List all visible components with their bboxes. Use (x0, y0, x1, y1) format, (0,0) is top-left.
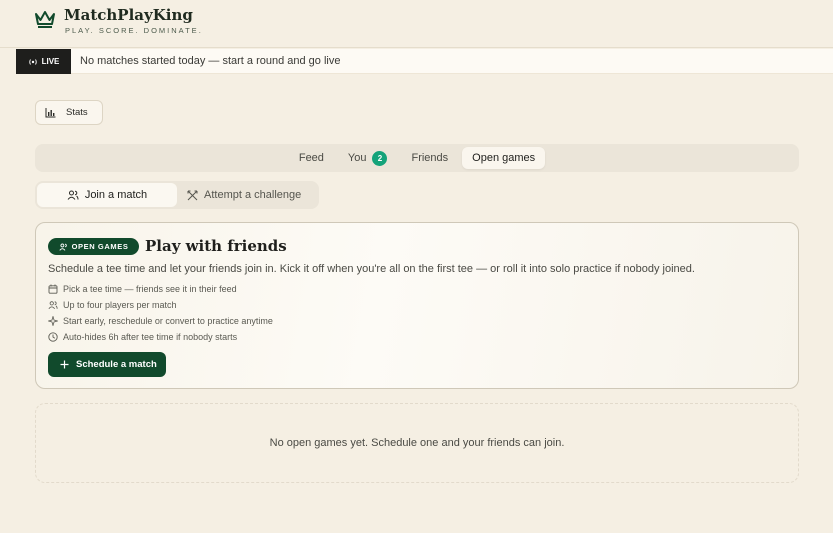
feature-text: Start early, reschedule or convert to pr… (63, 316, 273, 326)
plus-icon (60, 360, 69, 369)
feature-text: Pick a tee time — friends see it in thei… (63, 284, 237, 294)
attempt-challenge-button[interactable]: Attempt a challenge (177, 183, 311, 207)
card-title: Play with friends (145, 237, 287, 255)
open-games-badge: OPEN GAMES (48, 238, 139, 255)
card-description: Schedule a tee time and let your friends… (48, 263, 695, 275)
tab-you[interactable]: You 2 (338, 147, 398, 169)
feature-text: Auto-hides 6h after tee time if nobody s… (63, 332, 238, 342)
feature-item: Start early, reschedule or convert to pr… (48, 316, 273, 326)
calendar-icon (48, 284, 58, 294)
feature-item: Auto-hides 6h after tee time if nobody s… (48, 332, 237, 342)
tab-label: Friends (411, 152, 449, 164)
app-header: MatchPlayKing PLAY. SCORE. DOMINATE. (0, 0, 833, 48)
feature-item: Pick a tee time — friends see it in thei… (48, 284, 237, 294)
empty-state: No open games yet. Schedule one and your… (35, 403, 799, 483)
tab-feed[interactable]: Feed (289, 147, 334, 169)
stats-label: Stats (66, 107, 88, 118)
live-message: No matches started today — start a round… (80, 55, 341, 67)
join-match-label: Join a match (84, 189, 148, 201)
live-label: LIVE (41, 57, 60, 66)
empty-state-text: No open games yet. Schedule one and your… (269, 437, 565, 449)
broadcast-icon (28, 58, 37, 65)
mode-switch: Join a match Attempt a challenge (35, 181, 319, 209)
tab-label: Open games (472, 152, 536, 164)
users-icon (58, 243, 67, 251)
brand-tagline: PLAY. SCORE. DOMINATE. (65, 26, 203, 35)
stats-button[interactable]: Stats (35, 100, 103, 125)
open-games-badge-label: OPEN GAMES (71, 242, 129, 251)
schedule-match-button[interactable]: Schedule a match (48, 352, 166, 377)
open-games-card: OPEN GAMES Play with friends Schedule a … (35, 222, 799, 389)
schedule-match-label: Schedule a match (76, 359, 157, 370)
swords-icon (187, 190, 198, 200)
feature-text: Up to four players per match (63, 300, 177, 310)
crown-icon (35, 11, 55, 28)
sparkle-icon (48, 316, 58, 326)
attempt-challenge-label: Attempt a challenge (204, 189, 302, 201)
join-match-button[interactable]: Join a match (37, 183, 177, 207)
users-icon (67, 190, 79, 200)
tab-label: You (347, 152, 367, 164)
users-icon (48, 301, 58, 310)
live-banner: LIVE No matches started today — start a … (16, 49, 833, 74)
tab-label: Feed (298, 152, 324, 164)
count-badge: 2 (372, 150, 388, 166)
feature-item: Up to four players per match (48, 300, 177, 310)
main-tabs: Feed You 2 Friends Open games (35, 144, 799, 172)
clock-icon (48, 332, 58, 342)
tab-friends[interactable]: Friends (401, 147, 458, 169)
bar-chart-icon (45, 107, 56, 117)
live-badge: LIVE (16, 49, 71, 74)
brand-name: MatchPlayKing (64, 6, 193, 24)
tab-open-games[interactable]: Open games (462, 147, 546, 169)
